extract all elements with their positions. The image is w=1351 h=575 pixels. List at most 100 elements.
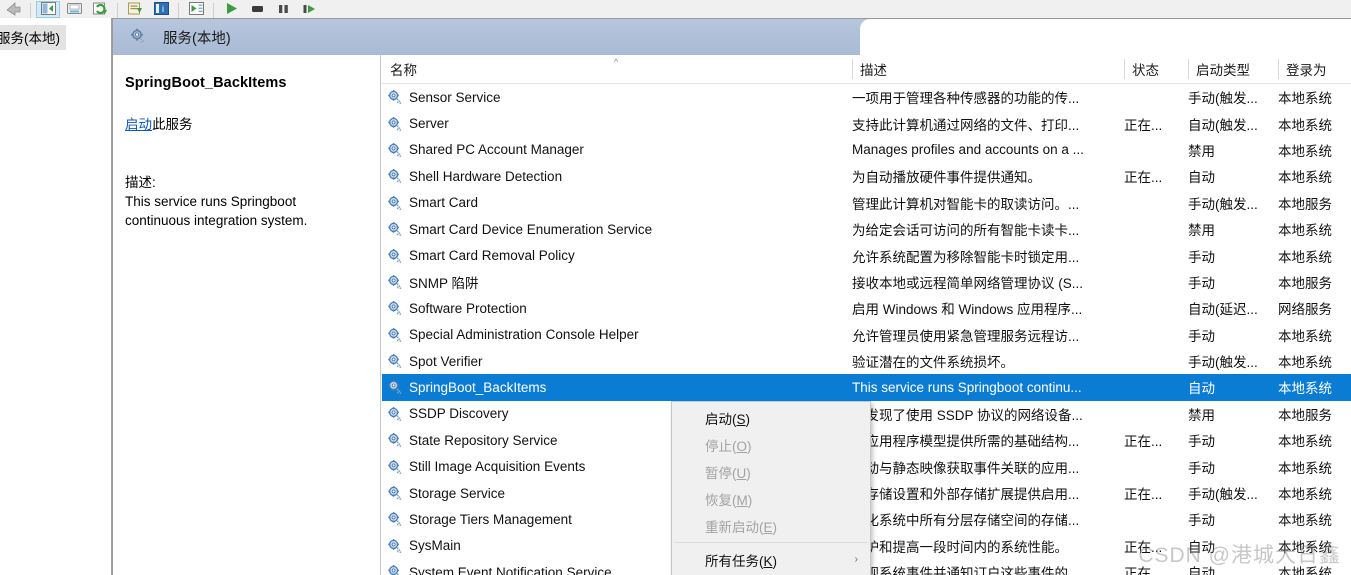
restart-service-icon[interactable]: [297, 1, 321, 18]
cell-name: Special Administration Console Helper: [382, 322, 857, 348]
cell-startup-type: 手动: [1188, 242, 1278, 268]
cell-startup-type: 手动(触发...: [1188, 84, 1278, 110]
column-header-state[interactable]: 状态: [1124, 55, 1188, 83]
sort-ascending-icon: ^: [614, 57, 618, 67]
pause-service-icon[interactable]: [271, 1, 295, 18]
back-arrow-icon[interactable]: [1, 1, 25, 18]
context-menu-item[interactable]: 启动(S): [672, 404, 870, 431]
list-column-header[interactable]: 名称描述状态启动类型登录为^: [382, 55, 1351, 84]
service-name-label: Shell Hardware Detection: [409, 169, 562, 184]
stop-service-icon[interactable]: [245, 1, 269, 18]
table-row[interactable]: SpringBoot_BackItemsThis service runs Sp…: [382, 374, 1351, 400]
cell-state: 正在...: [1124, 163, 1188, 189]
help-icon[interactable]: i: [149, 1, 173, 18]
cell-state: 正在...: [1124, 559, 1188, 575]
service-startup-label: 自动: [1188, 536, 1215, 556]
cell-state: [1124, 269, 1188, 295]
cell-startup-type: 手动: [1188, 427, 1278, 453]
refresh-icon[interactable]: [88, 1, 112, 18]
show-hide-tree-icon[interactable]: [36, 1, 60, 18]
service-gear-icon: [387, 379, 403, 395]
table-row[interactable]: Shared PC Account ManagerManages profile…: [382, 137, 1351, 163]
context-menu-item: 暂停(U): [672, 458, 870, 485]
run-list-icon[interactable]: [184, 1, 208, 18]
service-name-label: Shared PC Account Manager: [409, 142, 584, 157]
service-startup-label: 手动: [1188, 246, 1215, 266]
cell-name: Shell Hardware Detection: [382, 163, 857, 189]
service-startup-label: 自动(延迟...: [1188, 298, 1258, 318]
properties-icon[interactable]: [123, 1, 147, 18]
service-state-label: 正在...: [1124, 562, 1162, 575]
cell-state: [1124, 453, 1188, 479]
service-name-label: Special Administration Console Helper: [409, 327, 639, 342]
table-row[interactable]: Spot Verifier验证潜在的文件系统损坏。手动(触发...本地系统: [382, 348, 1351, 374]
service-description-label: This service runs Springboot continu...: [852, 380, 1082, 395]
service-gear-icon: [387, 432, 403, 448]
service-gear-icon: [387, 459, 403, 475]
cell-description: 启动与静态映像获取事件关联的应用...: [852, 453, 1124, 479]
detail-action-line: 启动此服务: [125, 113, 362, 133]
cell-state: [1124, 216, 1188, 242]
table-row[interactable]: SNMP 陷阱接收本地或远程简单网络管理协议 (S...手动本地服务: [382, 269, 1351, 295]
service-startup-label: 手动(触发...: [1188, 193, 1258, 213]
service-description-label: 启用 Windows 和 Windows 应用程序...: [852, 298, 1082, 318]
start-service-link[interactable]: 启动: [125, 117, 152, 132]
context-menu-item[interactable]: 所有任务(K)›: [672, 546, 870, 573]
table-row[interactable]: Shell Hardware Detection 为自动播放硬件事件提供通知。 正在…: [382, 163, 1351, 189]
service-logon-label: 本地系统: [1278, 351, 1332, 371]
column-header-start[interactable]: 启动类型: [1188, 55, 1278, 83]
toolbar-button-group: i: [0, 0, 322, 18]
context-menu-item-label: 所有任务(K): [705, 550, 777, 570]
pane-header: 服务(本地): [113, 19, 1351, 55]
cell-startup-type: 手动(触发...: [1188, 348, 1278, 374]
cell-state: 正在...: [1124, 480, 1188, 506]
service-logon-label: 本地系统: [1278, 325, 1332, 345]
start-service-icon[interactable]: [219, 1, 243, 18]
cell-state: [1124, 322, 1188, 348]
pane-header-title: 服务(本地): [163, 27, 231, 48]
context-menu-item-label: 恢复(M): [705, 489, 752, 509]
pause-service-icon: [275, 1, 292, 19]
export-list-icon[interactable]: [62, 1, 86, 18]
service-name-label: Smart Card: [409, 195, 478, 210]
service-description-label: 为自动播放硬件事件提供通知。: [852, 166, 1041, 186]
table-row[interactable]: Smart Card管理此计算机对智能卡的取读访问。...手动(触发...本地服…: [382, 190, 1351, 216]
cell-logon-as: 本地系统: [1278, 242, 1351, 268]
cell-startup-type: 自动: [1188, 163, 1278, 189]
show-hide-tree-icon: [40, 1, 57, 19]
cell-startup-type: 手动: [1188, 269, 1278, 295]
table-row[interactable]: Special Administration Console Helper允许管…: [382, 322, 1351, 348]
toolbar-separator: [117, 3, 118, 18]
cell-logon-as: 本地系统: [1278, 163, 1351, 189]
service-description-label: 为给定会话可访问的所有智能卡读卡...: [852, 219, 1079, 239]
cell-startup-type: 禁用: [1188, 401, 1278, 427]
service-state-label: 正在...: [1124, 166, 1162, 186]
column-header-logon[interactable]: 登录为: [1278, 55, 1351, 83]
cell-logon-as: 本地服务: [1278, 401, 1351, 427]
cell-logon-as: 本地服务: [1278, 269, 1351, 295]
column-header-label: 状态: [1132, 59, 1159, 79]
cell-state: [1124, 84, 1188, 110]
cell-logon-as: 网络服务: [1278, 295, 1351, 321]
table-row[interactable]: Smart Card Device Enumeration Service为给定…: [382, 216, 1351, 242]
cell-logon-as: 本地系统: [1278, 348, 1351, 374]
service-description-label: 管理此计算机对智能卡的取读访问。...: [852, 193, 1079, 213]
table-row[interactable]: Software Protection启用 Windows 和 Windows …: [382, 295, 1351, 321]
table-row[interactable]: Sensor Service一项用于管理各种传感器的功能的传...手动(触发..…: [382, 84, 1351, 110]
cell-description: 为存储设置和外部存储扩展提供启用...: [852, 480, 1124, 506]
tree-item-services-local[interactable]: 服务(本地): [0, 25, 66, 50]
service-name-label: Smart Card Removal Policy: [409, 248, 575, 263]
detail-description-text: This service runs Springboot continuous …: [125, 192, 362, 230]
table-row[interactable]: Smart Card Removal Policy允许系统配置为移除智能卡时锁定…: [382, 242, 1351, 268]
context-menu-item-label: 启动(S): [705, 408, 750, 428]
services-main-pane: 服务(本地) SpringBoot_BackItems 启动此服务 描述: Th…: [112, 18, 1351, 575]
table-row[interactable]: Server支持此计算机通过网络的文件、打印...正在...自动(触发...本地…: [382, 110, 1351, 136]
context-menu-item-label: 停止(O): [705, 435, 752, 455]
service-context-menu[interactable]: 启动(S)停止(O)暂停(U)恢复(M)重新启动(E)所有任务(K)›: [671, 401, 871, 575]
service-gear-icon: [387, 327, 403, 343]
service-detail-panel: SpringBoot_BackItems 启动此服务 描述: This serv…: [113, 55, 381, 575]
column-header-desc[interactable]: 描述: [852, 55, 1124, 83]
service-name-label: Storage Service: [409, 486, 505, 501]
toolbar-separator: [30, 3, 31, 18]
column-header-label: 启动类型: [1196, 59, 1250, 79]
